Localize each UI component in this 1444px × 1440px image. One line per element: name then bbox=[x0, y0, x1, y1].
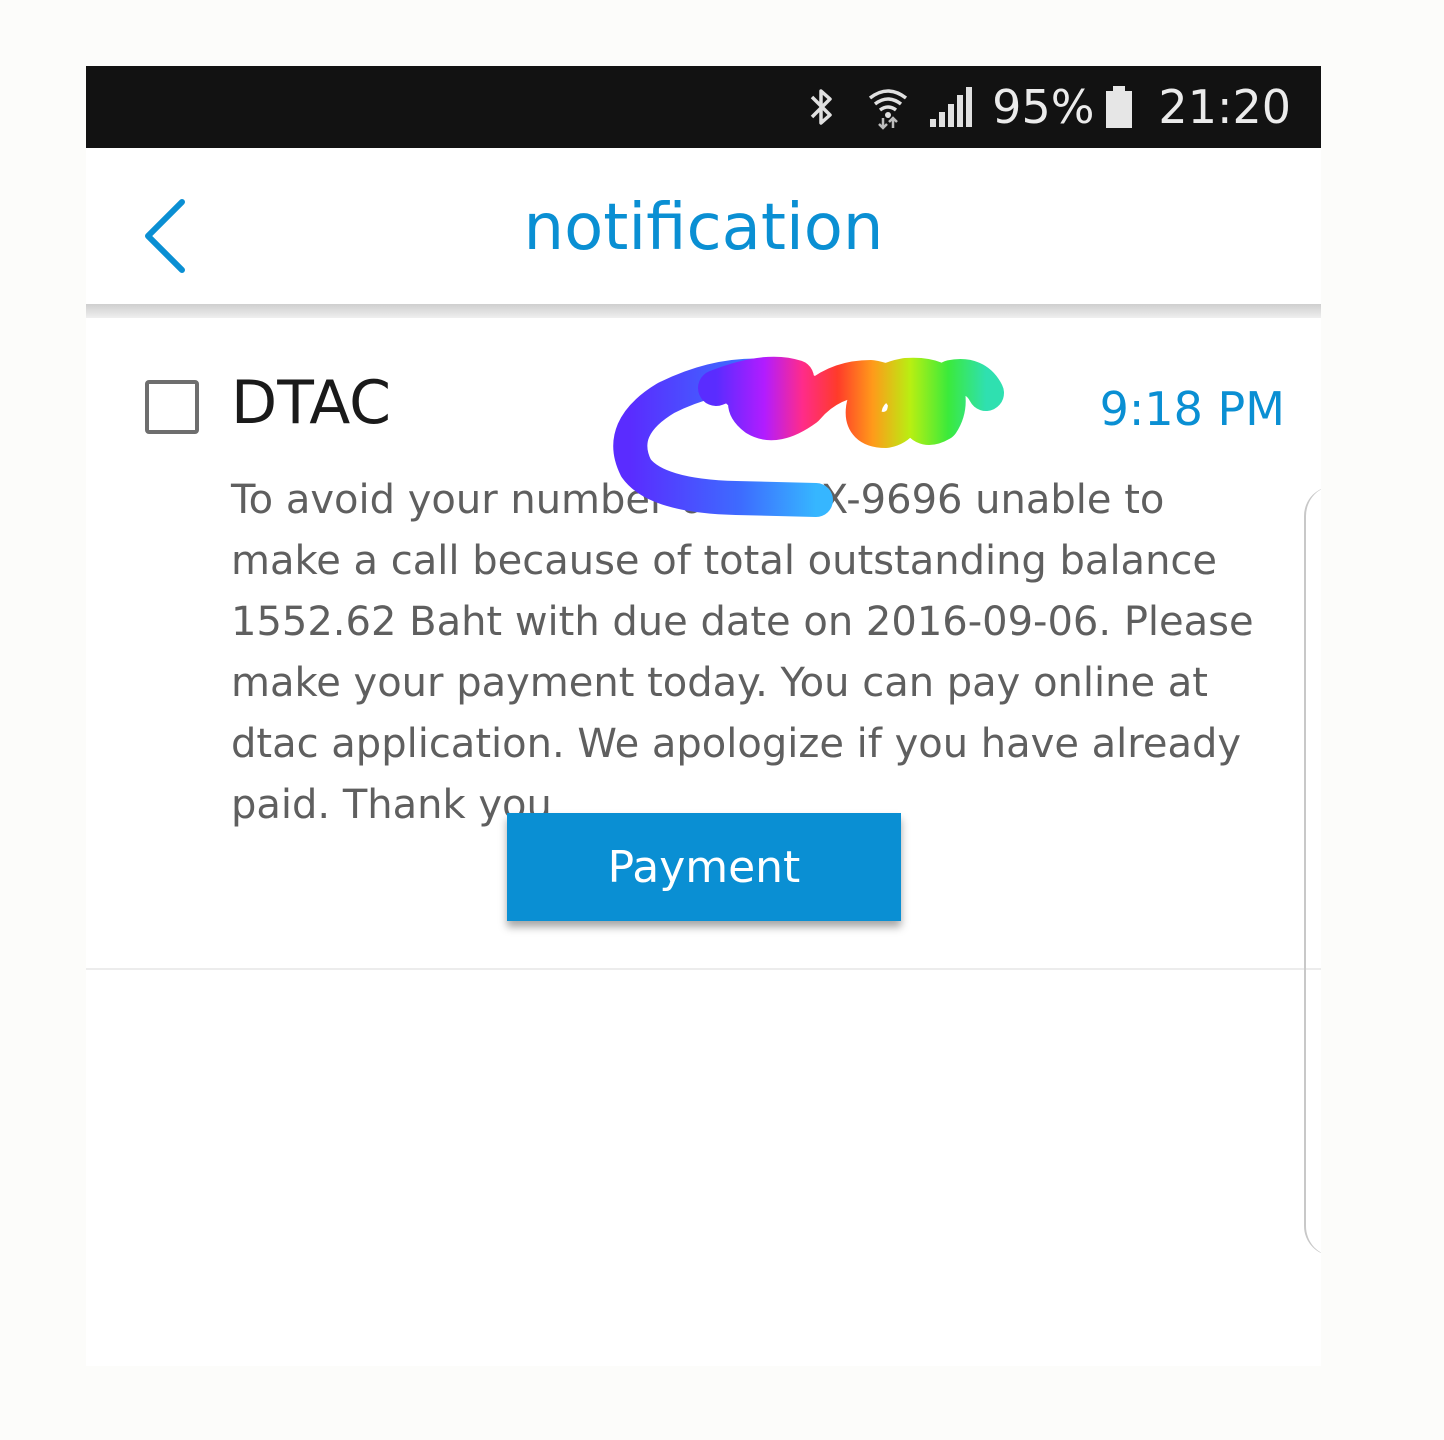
status-bar: 95% 21:20 bbox=[86, 66, 1321, 148]
card-divider bbox=[86, 968, 1321, 970]
notification-card: DTAC 9:18 PM To avoid your number 0000-X… bbox=[86, 318, 1321, 968]
header-divider bbox=[86, 304, 1321, 318]
app-header: notification bbox=[86, 148, 1321, 304]
payment-button[interactable]: Payment bbox=[507, 813, 901, 921]
page-title: notification bbox=[523, 191, 884, 265]
phone-screen: 95% 21:20 notification DTAC 9:18 PM To a… bbox=[86, 66, 1321, 1366]
signal-icon bbox=[928, 85, 974, 129]
notification-sender: DTAC bbox=[231, 368, 392, 438]
bluetooth-icon bbox=[804, 85, 838, 129]
clock: 21:20 bbox=[1158, 80, 1291, 134]
redaction-scribble bbox=[613, 356, 1004, 517]
wifi-icon bbox=[866, 84, 910, 130]
overlay-panel-edge bbox=[1304, 486, 1321, 1256]
select-checkbox[interactable] bbox=[145, 380, 199, 434]
battery-percent: 95% bbox=[992, 80, 1095, 134]
notification-time: 9:18 PM bbox=[1099, 382, 1285, 436]
status-bar-items: 95% 21:20 bbox=[804, 66, 1291, 148]
battery-icon bbox=[1104, 85, 1134, 129]
